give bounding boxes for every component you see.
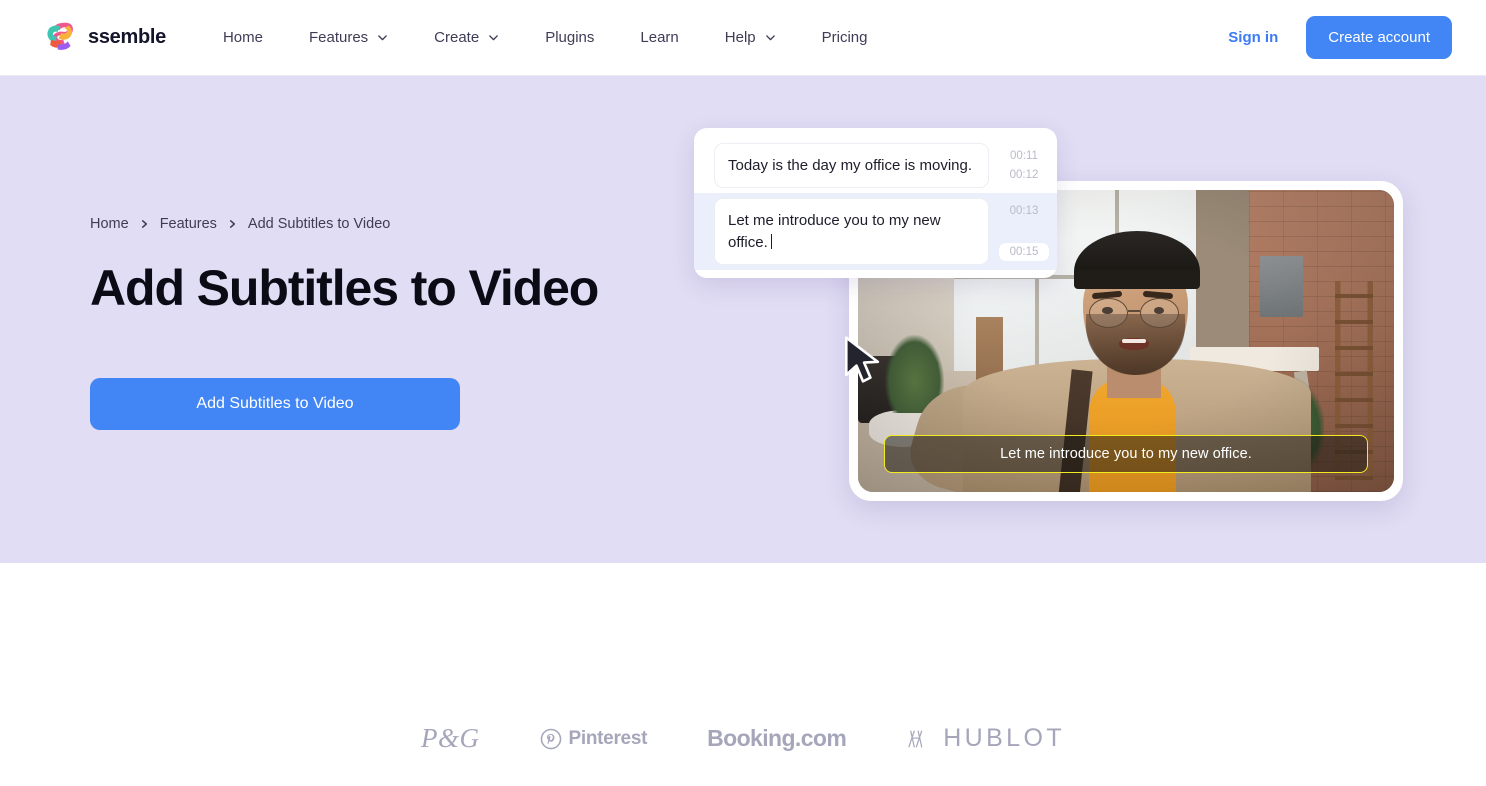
brand-logo-strip: P&G Pinterest Booking.com HUBLOT <box>0 563 1486 786</box>
chevron-down-icon <box>765 32 776 43</box>
subtitle-end-time[interactable]: 00:12 <box>999 166 1049 184</box>
subtitle-start-time[interactable]: 00:11 <box>999 147 1049 165</box>
chevron-right-icon <box>228 218 237 230</box>
nav-label: Create <box>434 29 480 46</box>
nav-item-pricing[interactable]: Pricing <box>822 29 868 46</box>
nav-label: Pricing <box>821 29 868 46</box>
nav-label: Plugins <box>545 29 595 46</box>
subtitle-row[interactable]: Let me introduce you to my new office. 0… <box>694 193 1057 270</box>
chevron-down-icon <box>488 32 499 43</box>
breadcrumb-item-home[interactable]: Home <box>90 216 129 232</box>
main-nav: Home Features Create Plugins Learn Help <box>223 29 868 46</box>
add-subtitles-cta-button[interactable]: Add Subtitles to Video <box>90 378 460 430</box>
hero-content: Home Features Add Subtitles to Video Add… <box>90 216 730 430</box>
hero-section: Home Features Add Subtitles to Video Add… <box>0 76 1486 563</box>
subtitle-text-input[interactable]: Today is the day my office is moving. <box>714 143 989 189</box>
nav-item-plugins[interactable]: Plugins <box>545 29 594 46</box>
ssemble-s-logo-icon <box>40 19 77 56</box>
brand-logo[interactable]: ssemble <box>40 19 166 56</box>
pg-logo-icon: P&G <box>421 723 480 753</box>
breadcrumb-item-features[interactable]: Features <box>160 216 217 232</box>
brand-name: ssemble <box>88 26 166 48</box>
pinterest-logo-icon: Pinterest <box>540 727 648 750</box>
nav-item-features[interactable]: Features <box>309 29 388 46</box>
subtitle-start-time[interactable]: 00:13 <box>999 202 1049 220</box>
chevron-right-icon <box>140 218 149 230</box>
pinterest-wordmark: Pinterest <box>568 727 648 749</box>
subtitle-text-value: Let me introduce you to my new office. <box>728 212 941 251</box>
breadcrumb: Home Features Add Subtitles to Video <box>90 216 730 232</box>
nav-label: Help <box>724 29 756 46</box>
nav-label: Features <box>308 29 369 46</box>
nav-item-help[interactable]: Help <box>725 29 776 46</box>
hublot-logo-icon: HUBLOT <box>906 724 1065 753</box>
subtitle-timestamps: 00:11 00:12 <box>997 143 1049 188</box>
subtitle-row[interactable]: Today is the day my office is moving. 00… <box>694 138 1057 193</box>
subtitle-editor-panel: Today is the day my office is moving. 00… <box>694 128 1057 278</box>
hublot-wordmark: HUBLOT <box>943 724 1065 752</box>
page-title: Add Subtitles to Video <box>90 260 599 316</box>
nav-item-create[interactable]: Create <box>434 29 499 46</box>
chevron-down-icon <box>377 32 388 43</box>
header-actions: Sign in Create account <box>1228 16 1452 59</box>
nav-item-home[interactable]: Home <box>223 29 263 46</box>
video-caption-overlay: Let me introduce you to my new office. <box>884 435 1368 473</box>
sign-in-link[interactable]: Sign in <box>1228 29 1278 46</box>
site-header: ssemble Home Features Create Plugins Lea… <box>0 0 1486 76</box>
subtitle-timestamps: 00:13 00:15 <box>997 198 1049 265</box>
nav-label: Home <box>222 29 263 46</box>
subtitle-end-time[interactable]: 00:15 <box>999 242 1049 261</box>
breadcrumb-item-current: Add Subtitles to Video <box>247 216 391 232</box>
create-account-button[interactable]: Create account <box>1306 16 1452 59</box>
nav-label: Learn <box>640 29 679 46</box>
subtitle-text-input[interactable]: Let me introduce you to my new office. <box>714 198 989 265</box>
nav-item-learn[interactable]: Learn <box>640 29 678 46</box>
booking-logo-icon: Booking.com <box>707 725 847 751</box>
text-caret <box>770 233 772 249</box>
